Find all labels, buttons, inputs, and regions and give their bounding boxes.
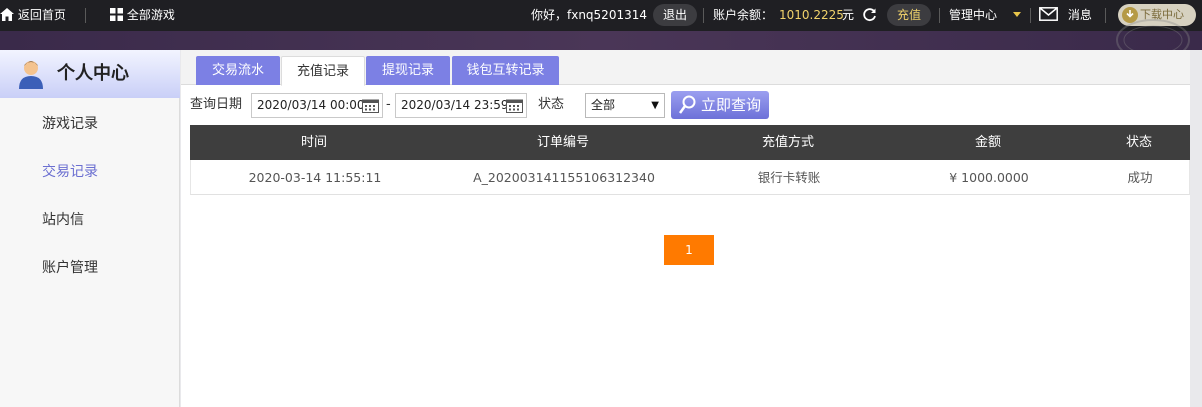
query-button-label: 立即查询 <box>701 96 762 114</box>
refresh-balance-button[interactable] <box>862 0 877 31</box>
sidebar-item-inbox[interactable]: 站内信 <box>42 209 84 229</box>
user-avatar-icon <box>19 61 43 89</box>
table-header-row: 时间 订单编号 充值方式 金额 状态 <box>190 125 1190 160</box>
recharge-button[interactable]: 充值 <box>887 4 931 26</box>
greeting-text: 你好，fxnq5201314 <box>531 8 647 22</box>
end-date-input[interactable]: 2020/03/14 23:59 <box>395 93 527 118</box>
cell-order-number: A_202003141155106312340 <box>473 170 655 185</box>
sidebar-item-game-records[interactable]: 游戏记录 <box>42 113 98 133</box>
header-banner-strip <box>0 31 1202 50</box>
divider <box>939 8 940 23</box>
cell-status: 成功 <box>1127 170 1153 185</box>
header-order-number: 订单编号 <box>536 135 589 150</box>
caret-down-icon <box>1012 12 1021 17</box>
header-recharge-method: 充值方式 <box>761 135 814 150</box>
pagination-page-1[interactable]: 1 <box>664 235 714 265</box>
record-tabs: 交易流水 充值记录 提现记录 钱包互转记录 <box>181 50 1202 86</box>
manage-center-menu[interactable]: 管理中心 <box>949 0 1021 31</box>
sidebar-item-transaction-records[interactable]: 交易记录 <box>42 161 98 181</box>
logout-button[interactable]: 退出 <box>653 4 697 26</box>
date-range-dash: - <box>386 97 391 112</box>
status-select-value: 全部 <box>591 98 616 112</box>
balance-unit: 元 <box>842 8 855 22</box>
header-time: 时间 <box>300 135 327 150</box>
status-select[interactable]: 全部 ▼ <box>585 93 665 118</box>
sidebar-header: 个人中心 <box>0 50 180 98</box>
home-link-label: 返回首页 <box>17 8 66 22</box>
all-games-label: 全部游戏 <box>126 8 175 22</box>
end-date-value: 2020/03/14 23:59 <box>401 98 509 112</box>
query-button[interactable]: 立即查询 <box>671 91 769 119</box>
main-panel: 交易流水 充值记录 提现记录 钱包互转记录 查询日期 2020/03/14 00… <box>181 50 1202 407</box>
table-row: 2020-03-14 11:55:11 A_202003141155106312… <box>190 160 1190 195</box>
header-status: 状态 <box>1125 135 1152 150</box>
recharge-records-table: 时间 订单编号 充值方式 金额 状态 2020-03-14 11:55:11 A… <box>190 125 1190 195</box>
messages-label: 消息 <box>1067 8 1092 22</box>
sidebar: 个人中心 游戏记录 交易记录 站内信 账户管理 <box>0 50 180 407</box>
divider <box>1105 8 1106 23</box>
date-label: 查询日期 <box>190 97 243 112</box>
cell-amount: ¥ 1000.0000 <box>949 170 1029 185</box>
grid-icon <box>110 8 123 21</box>
sidebar-title: 个人中心 <box>57 63 129 84</box>
right-gutter <box>1190 50 1202 407</box>
cell-recharge-method: 银行卡转账 <box>757 170 821 185</box>
sidebar-item-account-management[interactable]: 账户管理 <box>42 257 98 277</box>
calendar-icon <box>362 99 379 113</box>
divider <box>85 8 86 23</box>
balance-value: 1010.2225 <box>779 8 844 22</box>
refresh-icon <box>863 8 876 22</box>
status-label: 状态 <box>538 97 565 112</box>
select-arrow-icon: ▼ <box>651 100 659 111</box>
tab-recharge-records[interactable]: 充值记录 <box>281 56 365 86</box>
start-date-input[interactable]: 2020/03/14 00:00 <box>251 93 383 118</box>
start-date-value: 2020/03/14 00:00 <box>257 98 365 112</box>
balance-label: 账户余额： <box>713 8 774 22</box>
cell-time: 2020-03-14 11:55:11 <box>248 170 382 185</box>
home-link[interactable]: 返回首页 <box>0 0 66 31</box>
divider <box>703 8 704 23</box>
all-games-link[interactable]: 全部游戏 <box>110 0 175 31</box>
query-filter-bar: 查询日期 2020/03/14 00:00 - 2020/03/14 23:59… <box>181 90 1202 120</box>
tab-wallet-transfer-records[interactable]: 钱包互转记录 <box>452 56 559 85</box>
manage-center-label: 管理中心 <box>949 8 998 22</box>
top-navigation-bar: 返回首页 全部游戏 你好，fxnq5201314 退出 账户余额： 1010.2… <box>0 0 1202 31</box>
divider <box>1030 8 1031 23</box>
home-icon <box>0 8 14 21</box>
header-amount: 金额 <box>974 135 1001 150</box>
tab-transaction-flow[interactable]: 交易流水 <box>196 56 280 85</box>
tab-withdrawal-records[interactable]: 提现记录 <box>366 56 450 85</box>
search-icon <box>679 95 696 114</box>
envelope-icon <box>1039 7 1058 21</box>
calendar-icon <box>506 99 523 113</box>
messages-link[interactable]: 消息 <box>1039 0 1092 31</box>
